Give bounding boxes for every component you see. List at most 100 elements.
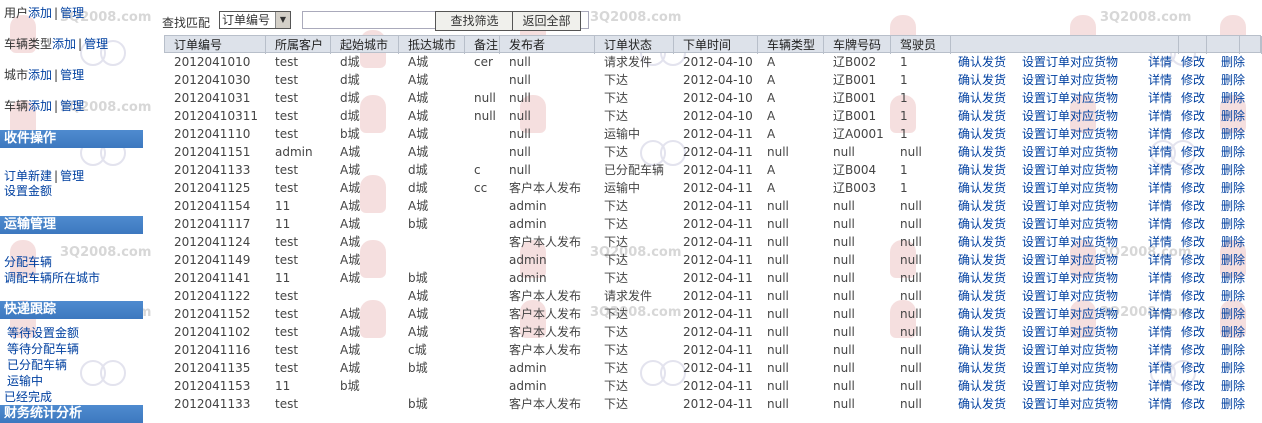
action-delete-link[interactable]: 删除 [1221,377,1245,395]
action-confirm-link[interactable]: 确认发货 [958,251,1006,269]
action-confirm-link[interactable]: 确认发货 [958,395,1006,413]
action-detail-link[interactable]: 详情 [1148,377,1172,395]
action-delete-link[interactable]: 删除 [1221,305,1245,323]
action-detail-link[interactable]: 详情 [1148,233,1172,251]
action-detail-link[interactable]: 详情 [1148,287,1172,305]
action-edit-link[interactable]: 修改 [1181,377,1205,395]
action-edit-link[interactable]: 修改 [1181,197,1205,215]
action-detail-link[interactable]: 详情 [1148,251,1172,269]
action-detail-link[interactable]: 详情 [1148,71,1172,89]
action-delete-link[interactable]: 删除 [1221,179,1245,197]
user-add-link[interactable]: 添加 [28,6,52,20]
action-delete-link[interactable]: 删除 [1221,359,1245,377]
action-delete-link[interactable]: 删除 [1221,143,1245,161]
action-detail-link[interactable]: 详情 [1148,125,1172,143]
action-confirm-link[interactable]: 确认发货 [958,107,1006,125]
action-confirm-link[interactable]: 确认发货 [958,161,1006,179]
action-edit-link[interactable]: 修改 [1181,107,1205,125]
action-detail-link[interactable]: 详情 [1148,197,1172,215]
action-detail-link[interactable]: 详情 [1148,269,1172,287]
vehicle-manage-link[interactable]: 管理 [60,99,84,113]
action-set-goods-link[interactable]: 设置订单对应货物 [1022,269,1118,287]
action-edit-link[interactable]: 修改 [1181,251,1205,269]
action-edit-link[interactable]: 修改 [1181,359,1205,377]
action-confirm-link[interactable]: 确认发货 [958,269,1006,287]
action-set-goods-link[interactable]: 设置订单对应货物 [1022,287,1118,305]
action-confirm-link[interactable]: 确认发货 [958,71,1006,89]
action-set-goods-link[interactable]: 设置订单对应货物 [1022,53,1118,71]
search-field-select[interactable]: 订单编号 ▼ [219,11,291,29]
action-confirm-link[interactable]: 确认发货 [958,233,1006,251]
action-detail-link[interactable]: 详情 [1148,359,1172,377]
action-delete-link[interactable]: 删除 [1221,215,1245,233]
action-set-goods-link[interactable]: 设置订单对应货物 [1022,143,1118,161]
action-confirm-link[interactable]: 确认发货 [958,53,1006,71]
assign-vehicle-link[interactable]: 分配车辆 [4,253,52,270]
action-detail-link[interactable]: 详情 [1148,395,1172,413]
action-delete-link[interactable]: 删除 [1221,107,1245,125]
action-set-goods-link[interactable]: 设置订单对应货物 [1022,179,1118,197]
action-detail-link[interactable]: 详情 [1148,341,1172,359]
action-set-goods-link[interactable]: 设置订单对应货物 [1022,161,1118,179]
action-set-goods-link[interactable]: 设置订单对应货物 [1022,305,1118,323]
action-delete-link[interactable]: 删除 [1221,251,1245,269]
action-delete-link[interactable]: 删除 [1221,323,1245,341]
done-link[interactable]: 已经完成 [4,388,52,405]
action-edit-link[interactable]: 修改 [1181,233,1205,251]
action-delete-link[interactable]: 删除 [1221,89,1245,107]
action-set-goods-link[interactable]: 设置订单对应货物 [1022,71,1118,89]
action-set-goods-link[interactable]: 设置订单对应货物 [1022,359,1118,377]
action-set-goods-link[interactable]: 设置订单对应货物 [1022,251,1118,269]
action-delete-link[interactable]: 删除 [1221,233,1245,251]
wait-amount-link[interactable]: 等待设置金额 [7,324,79,341]
search-button[interactable]: 查找筛选 [435,11,514,31]
action-edit-link[interactable]: 修改 [1181,89,1205,107]
reset-button[interactable]: 返回全部 [512,11,581,31]
action-confirm-link[interactable]: 确认发货 [958,179,1006,197]
action-delete-link[interactable]: 删除 [1221,269,1245,287]
action-confirm-link[interactable]: 确认发货 [958,359,1006,377]
action-confirm-link[interactable]: 确认发货 [958,305,1006,323]
action-detail-link[interactable]: 详情 [1148,215,1172,233]
action-confirm-link[interactable]: 确认发货 [958,377,1006,395]
action-confirm-link[interactable]: 确认发货 [958,215,1006,233]
action-confirm-link[interactable]: 确认发货 [958,323,1006,341]
set-amount-link[interactable]: 设置金额 [4,182,52,199]
action-set-goods-link[interactable]: 设置订单对应货物 [1022,197,1118,215]
action-delete-link[interactable]: 删除 [1221,197,1245,215]
action-detail-link[interactable]: 详情 [1148,89,1172,107]
wait-assign-link[interactable]: 等待分配车辆 [7,340,79,357]
action-edit-link[interactable]: 修改 [1181,287,1205,305]
action-confirm-link[interactable]: 确认发货 [958,197,1006,215]
vehicle-type-add-link[interactable]: 添加 [52,37,76,51]
action-set-goods-link[interactable]: 设置订单对应货物 [1022,107,1118,125]
action-detail-link[interactable]: 详情 [1148,305,1172,323]
dropdown-arrow-icon[interactable]: ▼ [275,12,290,28]
action-set-goods-link[interactable]: 设置订单对应货物 [1022,395,1118,413]
action-edit-link[interactable]: 修改 [1181,179,1205,197]
action-delete-link[interactable]: 删除 [1221,53,1245,71]
action-set-goods-link[interactable]: 设置订单对应货物 [1022,215,1118,233]
assigned-link[interactable]: 已分配车辆 [7,356,67,373]
action-detail-link[interactable]: 详情 [1148,53,1172,71]
action-set-goods-link[interactable]: 设置订单对应货物 [1022,377,1118,395]
city-manage-link[interactable]: 管理 [60,68,84,82]
action-delete-link[interactable]: 删除 [1221,395,1245,413]
action-delete-link[interactable]: 删除 [1221,71,1245,89]
action-edit-link[interactable]: 修改 [1181,269,1205,287]
action-delete-link[interactable]: 删除 [1221,125,1245,143]
action-confirm-link[interactable]: 确认发货 [958,125,1006,143]
vehicle-add-link[interactable]: 添加 [28,99,52,113]
action-confirm-link[interactable]: 确认发货 [958,341,1006,359]
action-set-goods-link[interactable]: 设置订单对应货物 [1022,341,1118,359]
action-detail-link[interactable]: 详情 [1148,143,1172,161]
action-edit-link[interactable]: 修改 [1181,71,1205,89]
adjust-city-link[interactable]: 调配车辆所在城市 [4,269,100,286]
user-manage-link[interactable]: 管理 [60,6,84,20]
action-edit-link[interactable]: 修改 [1181,53,1205,71]
action-edit-link[interactable]: 修改 [1181,323,1205,341]
in-transit-link[interactable]: 运输中 [7,372,43,389]
order-new-link[interactable]: 订单新建 [4,169,52,183]
action-edit-link[interactable]: 修改 [1181,143,1205,161]
action-set-goods-link[interactable]: 设置订单对应货物 [1022,125,1118,143]
